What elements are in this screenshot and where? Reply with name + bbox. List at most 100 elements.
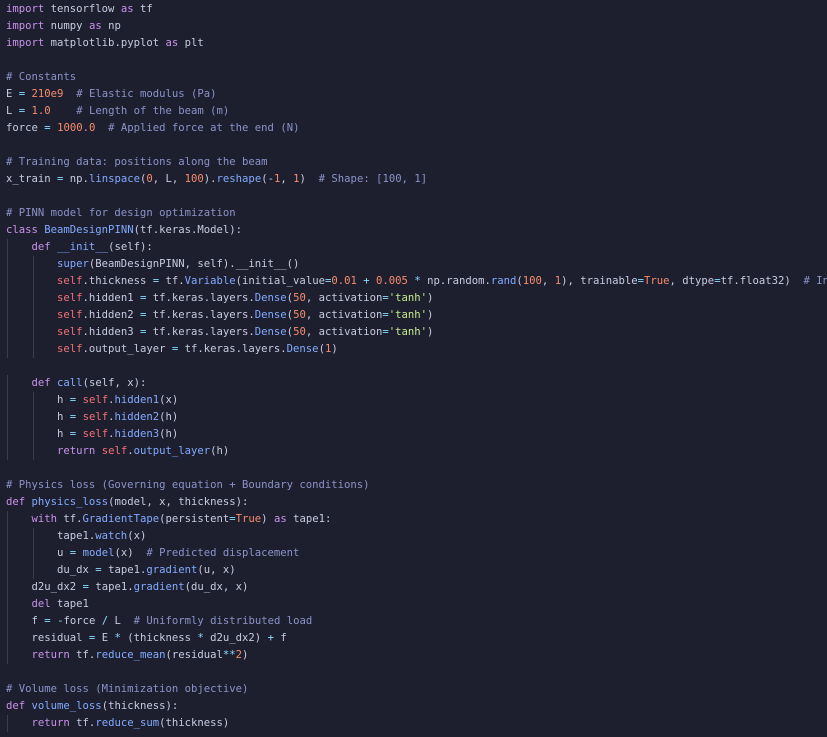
code-token: Dense xyxy=(286,343,319,355)
code-line: E = 210e9 # Elastic modulus (Pa) xyxy=(6,86,217,103)
code-token: , activation xyxy=(305,326,383,338)
code-token: # Length of the beam (m) xyxy=(76,105,230,117)
code-token: del xyxy=(31,598,51,610)
code-token: residual xyxy=(6,632,89,644)
code-line: import numpy as np xyxy=(6,18,121,35)
code-token: du_dx xyxy=(6,564,96,576)
code-token: (x) xyxy=(127,530,147,542)
code-line: d2u_dx2 = tape1.gradient(du_dx, x) xyxy=(6,579,249,596)
code-token: super xyxy=(57,258,89,270)
code-token: # Initial thickness xyxy=(803,275,827,287)
code-token: watch xyxy=(95,530,128,542)
code-token: ) xyxy=(427,326,434,338)
code-token: force xyxy=(63,615,102,627)
code-token: , dtype xyxy=(669,275,715,287)
code-line: force = 1000.0 # Applied force at the en… xyxy=(6,120,299,137)
code-token: (BeamDesignPINN, self).__init__() xyxy=(88,258,300,270)
code-token: .thickness xyxy=(82,275,153,287)
code-token: ) xyxy=(261,513,274,525)
code-token: linspace xyxy=(88,173,140,185)
code-token: 50 xyxy=(293,309,306,321)
code-line: residual = E * (thickness * d2u_dx2) + f xyxy=(6,630,287,647)
code-token: 0.005 xyxy=(376,275,408,287)
code-token: plt xyxy=(178,37,204,49)
code-token: (thickness) xyxy=(159,717,230,729)
code-token: __init__ xyxy=(57,241,109,253)
code-token: ), trainable xyxy=(561,275,638,287)
code-token: def xyxy=(6,700,26,712)
code-token: tf. xyxy=(69,717,96,729)
code-token: hidden3 xyxy=(114,428,160,440)
code-token: 'tanh' xyxy=(388,292,428,304)
code-token: True xyxy=(235,513,262,525)
code-token: self xyxy=(57,309,83,321)
code-line: # Training data: positions along the bea… xyxy=(6,154,268,171)
code-token: tensorflow xyxy=(44,3,121,15)
code-token: tf. xyxy=(57,513,83,525)
code-line: def __init__(self): xyxy=(6,239,153,256)
code-token: def xyxy=(31,377,51,389)
code-token: import xyxy=(6,3,45,15)
code-token: tf.keras.layers. xyxy=(146,309,255,321)
code-token: tape1. xyxy=(101,564,147,576)
code-token: (self, x): xyxy=(82,377,147,389)
code-token: reduce_mean xyxy=(95,649,166,661)
code-token: (persistent xyxy=(159,513,230,525)
code-token: True xyxy=(644,275,670,287)
code-token: (thickness): xyxy=(101,700,179,712)
code-token: tape1. xyxy=(6,530,96,542)
code-token: x_train xyxy=(6,173,58,185)
code-token: def xyxy=(31,241,51,253)
code-token: , activation xyxy=(305,292,383,304)
code-token: 0.01 xyxy=(331,275,357,287)
code-token: # Training data: positions along the bea… xyxy=(6,156,268,168)
code-token: (self): xyxy=(108,241,153,253)
code-line: self.hidden1 = tf.keras.layers.Dense(50,… xyxy=(6,290,433,307)
code-token: (initial_value xyxy=(235,275,325,287)
code-token: self xyxy=(82,394,109,406)
code-line: self.hidden3 = tf.keras.layers.Dense(50,… xyxy=(6,324,433,341)
code-token: tf.keras.layers. xyxy=(146,326,255,338)
code-line: def physics_loss(model, x, thickness): xyxy=(6,494,248,511)
code-token: , xyxy=(541,275,555,287)
code-line: self.thickness = tf.Variable(initial_val… xyxy=(6,273,827,290)
code-token: d2u_dx2 xyxy=(6,581,83,593)
code-token: ) xyxy=(427,309,434,321)
code-token: self xyxy=(57,292,83,304)
code-token: call xyxy=(57,377,83,389)
code-token: (thickness xyxy=(120,632,198,644)
code-token: reshape xyxy=(216,173,262,185)
code-token: .output_layer xyxy=(82,343,172,355)
code-token: Dense xyxy=(254,292,287,304)
code-token: Variable xyxy=(184,275,236,287)
code-token: # Volume loss (Minimization objective) xyxy=(6,683,249,695)
code-token: return xyxy=(31,649,70,661)
code-token: ) xyxy=(427,292,434,304)
code-line: x_train = np.linspace(0, L, 100).reshape… xyxy=(6,171,427,188)
code-token: as xyxy=(88,20,102,32)
code-token: volume_loss xyxy=(31,700,102,712)
code-token: hidden2 xyxy=(114,411,160,423)
code-token: , activation xyxy=(305,309,383,321)
code-token: force xyxy=(6,122,45,134)
code-token: physics_loss xyxy=(31,496,109,508)
code-token: , L, xyxy=(152,173,185,185)
code-token: self xyxy=(57,343,83,355)
code-editor[interactable]: import tensorflow as tf import numpy as n… xyxy=(0,0,827,737)
code-token: gradient xyxy=(146,564,198,576)
code-token: 50 xyxy=(293,326,306,338)
code-token: u xyxy=(6,547,70,559)
code-token: 'tanh' xyxy=(388,326,428,338)
code-line: import tensorflow as tf xyxy=(6,1,153,18)
code-token: hidden1 xyxy=(114,394,160,406)
code-token: (residual xyxy=(165,649,223,661)
code-line: u = model(x) # Predicted displacement xyxy=(6,545,299,562)
code-token: matplotlib.pyplot xyxy=(44,37,166,49)
code-line: tape1.watch(x) xyxy=(6,528,146,545)
code-token: numpy xyxy=(44,20,89,32)
